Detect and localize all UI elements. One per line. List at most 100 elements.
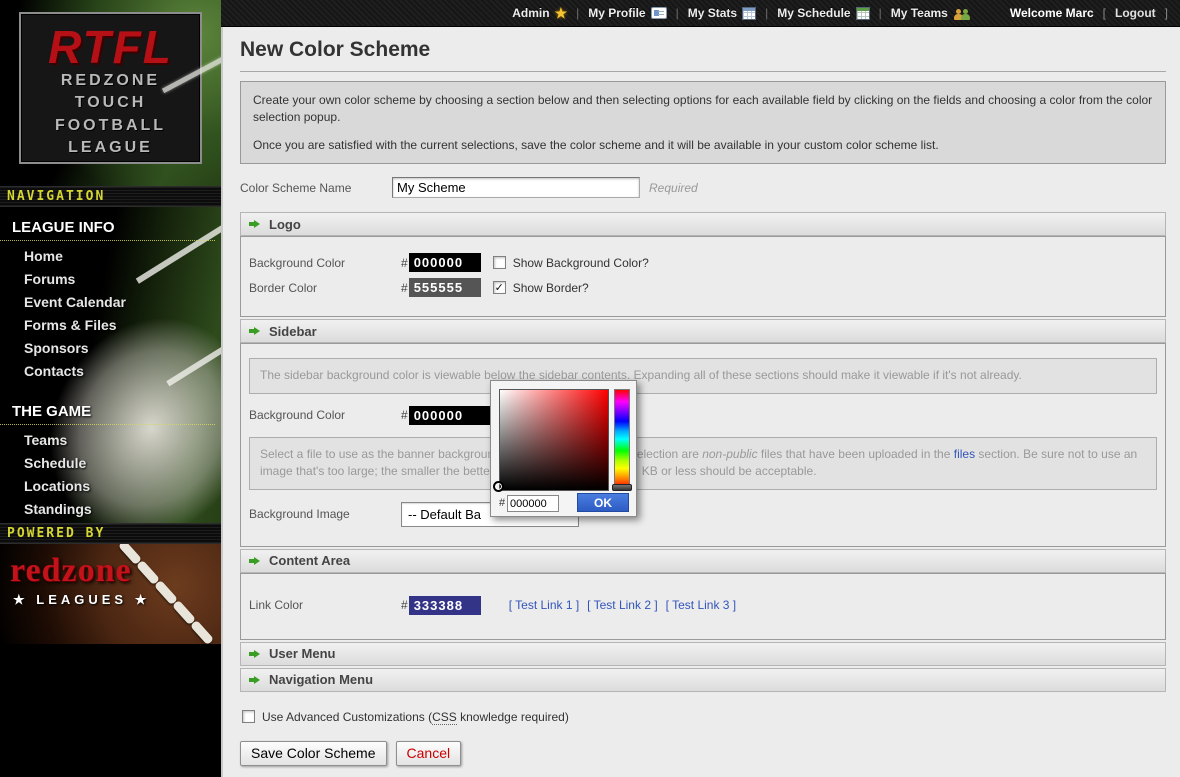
color-cursor[interactable] [493, 481, 504, 492]
group-icon [953, 7, 971, 20]
menu-admin-label: Admin [512, 6, 549, 20]
sidebar-item-locations[interactable]: Locations [0, 475, 221, 498]
logout-bracket-close: ] [1165, 6, 1168, 20]
menu-my-teams[interactable]: My Teams [891, 6, 971, 20]
link-color-swatch[interactable]: 333388 [409, 596, 481, 615]
sidebar-item-event-calendar[interactable]: Event Calendar [0, 291, 221, 314]
section-title: Content Area [269, 553, 350, 568]
section-header-navigation-menu[interactable]: Navigation Menu [240, 668, 1166, 692]
color-picker-popup: # OK [490, 380, 637, 517]
sidebar-nav: LEAGUE INFO Home Forums Event Calendar F… [0, 207, 221, 523]
menu-separator: | [676, 6, 679, 20]
hue-slider-handle[interactable] [612, 484, 632, 491]
menu-separator: | [576, 6, 579, 20]
hash-prefix: # [401, 281, 408, 295]
powered-by-strip: POWERED BY [0, 523, 221, 544]
sidebar-item-sponsors[interactable]: Sponsors [0, 337, 221, 360]
league-logo-line: LEAGUE [21, 137, 200, 159]
go-arrow-icon [249, 220, 260, 228]
sidebar-logo-area: RTFL REDZONE TOUCH FOOTBALL LEAGUE [0, 0, 221, 186]
banner-file-note: Select a file to use as the banner backg… [249, 437, 1157, 490]
hash-prefix: # [401, 408, 408, 422]
section-body-content-area: Link Color # 333388 [ Test Link 1 ] [ Te… [240, 573, 1166, 640]
go-arrow-icon [249, 650, 260, 658]
vcard-icon [651, 7, 667, 19]
sidebar-item-home[interactable]: Home [0, 245, 221, 268]
section-header-user-menu[interactable]: User Menu [240, 642, 1166, 666]
hash-prefix: # [401, 598, 408, 612]
cancel-button[interactable]: Cancel [396, 741, 462, 766]
section-header-content-area[interactable]: Content Area [240, 549, 1166, 573]
sidebar-item-forms-files[interactable]: Forms & Files [0, 314, 221, 337]
go-arrow-icon [249, 676, 260, 684]
section-header-logo[interactable]: Logo [240, 212, 1166, 236]
table-icon [742, 7, 756, 20]
sidebar-item-schedule[interactable]: Schedule [0, 452, 221, 475]
league-logo[interactable]: RTFL REDZONE TOUCH FOOTBALL LEAGUE [19, 12, 202, 164]
note-fragment: Select a file to use as the banner backg… [260, 447, 501, 461]
menu-my-teams-label: My Teams [891, 6, 948, 20]
logo-bg-color-swatch[interactable]: 000000 [409, 253, 481, 272]
use-advanced-customizations-checkbox[interactable] [242, 710, 255, 723]
test-link-3[interactable]: [ Test Link 3 ] [666, 598, 736, 612]
picker-ok-button[interactable]: OK [577, 493, 629, 512]
save-color-scheme-button[interactable]: Save Color Scheme [240, 741, 387, 766]
picker-hex-input[interactable] [507, 495, 559, 512]
section-title: Logo [269, 217, 301, 232]
powered-by-logo-area: redzone ★ LEAGUES ★ [0, 544, 221, 644]
logout-bracket-open: [ [1103, 6, 1106, 20]
page: Admin ★ | My Profile | My Stats | My Sch… [0, 0, 1180, 777]
logo-border-color-swatch[interactable]: 555555 [409, 278, 481, 297]
page-title: New Color Scheme [240, 38, 1166, 72]
go-arrow-icon [249, 327, 260, 335]
checkbox-label: Show Border? [513, 281, 589, 295]
menu-my-schedule[interactable]: My Schedule [777, 6, 869, 20]
section-body-logo: Background Color # 000000 Show Backgroun… [240, 236, 1166, 317]
saturation-value-square[interactable] [499, 389, 609, 491]
note-fragment: image that's too large; the smaller the … [260, 464, 494, 478]
menu-my-schedule-label: My Schedule [777, 6, 850, 20]
advanced-label: Use Advanced Customizations (CSS knowled… [262, 710, 569, 724]
menu-my-profile-label: My Profile [588, 6, 645, 20]
show-border-checkbox[interactable]: ✓ [493, 281, 506, 294]
hue-slider[interactable] [614, 389, 630, 489]
league-logo-line: FOOTBALL [21, 115, 200, 137]
intro-paragraph: Once you are satisfied with the current … [253, 137, 1153, 154]
menu-my-stats[interactable]: My Stats [688, 6, 756, 20]
menu-my-stats-label: My Stats [688, 6, 737, 20]
note-fragment: selection are [631, 447, 702, 461]
checkbox-label: Show Background Color? [513, 256, 649, 270]
field-label: Background Image [249, 507, 401, 521]
hash-prefix: # [499, 497, 505, 509]
league-logo-line: TOUCH [21, 92, 200, 114]
navigation-strip: NAVIGATION [0, 186, 221, 207]
menu-my-profile[interactable]: My Profile [588, 6, 666, 20]
files-link[interactable]: files [954, 447, 975, 461]
test-link-1[interactable]: [ Test Link 1 ] [509, 598, 579, 612]
sidebar: RTFL REDZONE TOUCH FOOTBALL LEAGUE NAVIG… [0, 0, 221, 777]
scheme-name-input[interactable] [392, 177, 640, 198]
note-fragment: section. Be sure not to use an [975, 447, 1137, 461]
intro-box: Create your own color scheme by choosing… [240, 81, 1166, 164]
form-buttons: Save Color Scheme Cancel [240, 741, 1166, 766]
sidebar-item-standings[interactable]: Standings [0, 498, 221, 521]
go-arrow-icon [249, 557, 260, 565]
sidebar-item-statistics[interactable]: Statistics [0, 521, 221, 523]
logout-link[interactable]: Logout [1115, 6, 1156, 20]
menu-admin[interactable]: Admin ★ [512, 6, 567, 20]
sidebar-bg-color-swatch[interactable]: 000000 [409, 406, 494, 425]
sidebar-item-contacts[interactable]: Contacts [0, 360, 221, 383]
nav-section-league-info: LEAGUE INFO [0, 214, 215, 241]
hash-prefix: # [401, 256, 408, 270]
section-header-sidebar[interactable]: Sidebar [240, 319, 1166, 343]
note-fragment-italic: non-public [702, 447, 757, 461]
sidebar-item-teams[interactable]: Teams [0, 429, 221, 452]
test-link-2[interactable]: [ Test Link 2 ] [587, 598, 657, 612]
sidebar-item-forums[interactable]: Forums [0, 268, 221, 291]
scheme-name-label: Color Scheme Name [240, 181, 392, 195]
redzone-leagues-logo[interactable]: redzone [10, 554, 132, 588]
scheme-name-row: Color Scheme Name Required [240, 177, 1166, 198]
section-title: User Menu [269, 646, 335, 661]
show-background-color-checkbox[interactable] [493, 256, 506, 269]
main-content: New Color Scheme Create your own color s… [223, 27, 1180, 777]
